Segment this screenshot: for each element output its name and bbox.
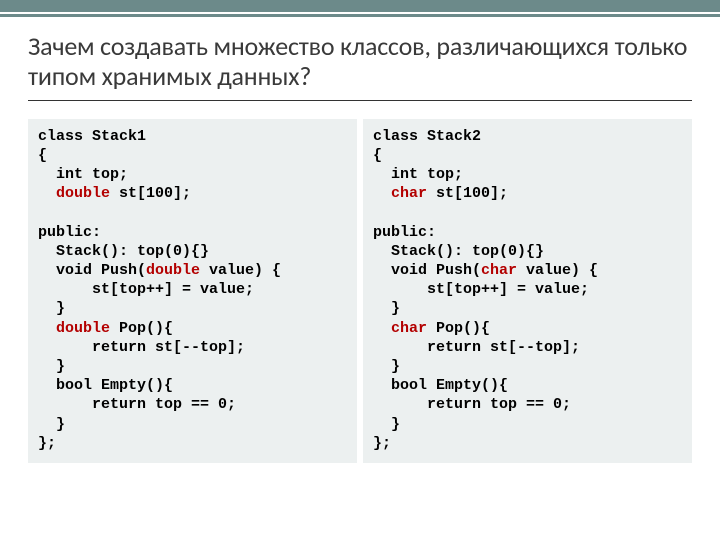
code-line: Stack(): top(0){} — [38, 243, 209, 260]
keyword: char — [391, 185, 427, 202]
code-line: } — [373, 358, 400, 375]
code-line: } — [38, 358, 65, 375]
code-line: } — [373, 416, 400, 433]
code-line — [38, 320, 56, 337]
code-line: return top == 0; — [373, 396, 571, 413]
code-line: } — [38, 300, 65, 317]
code-line: Pop(){ — [427, 320, 490, 337]
code-columns: class Stack1 { int top; double st[100]; … — [28, 119, 692, 463]
code-right: class Stack2 { int top; char st[100]; pu… — [363, 119, 692, 463]
code-line: { — [373, 147, 382, 164]
code-line: } — [373, 300, 400, 317]
code-line — [373, 320, 391, 337]
keyword: double — [146, 262, 200, 279]
keyword: char — [481, 262, 517, 279]
code-line: } — [38, 416, 65, 433]
code-line: int top; — [373, 166, 463, 183]
code-line: public: — [373, 224, 436, 241]
slide-title: Зачем создавать множество классов, разли… — [28, 32, 692, 92]
code-line: Stack(): top(0){} — [373, 243, 544, 260]
code-line: { — [38, 147, 47, 164]
code-line: void Push( — [373, 262, 481, 279]
keyword: char — [391, 320, 427, 337]
code-line: value) { — [517, 262, 598, 279]
code-line: bool Empty(){ — [373, 377, 508, 394]
slide-content: Зачем создавать множество классов, разли… — [0, 14, 720, 463]
keyword: double — [56, 185, 110, 202]
code-line: st[100]; — [110, 185, 191, 202]
code-line: int top; — [38, 166, 128, 183]
code-line: return st[--top]; — [38, 339, 245, 356]
code-line: bool Empty(){ — [38, 377, 173, 394]
code-line: return st[--top]; — [373, 339, 580, 356]
code-line: value) { — [200, 262, 281, 279]
code-line: class Stack2 — [373, 128, 481, 145]
title-underline — [28, 100, 692, 101]
code-line: }; — [373, 435, 391, 452]
code-line: void Push( — [38, 262, 146, 279]
code-line: public: — [38, 224, 101, 241]
code-line: st[top++] = value; — [373, 281, 589, 298]
code-line — [38, 185, 56, 202]
code-line: Pop(){ — [110, 320, 173, 337]
code-line — [373, 185, 391, 202]
code-line: return top == 0; — [38, 396, 236, 413]
code-left: class Stack1 { int top; double st[100]; … — [28, 119, 357, 463]
code-line: st[top++] = value; — [38, 281, 254, 298]
code-line: st[100]; — [427, 185, 508, 202]
code-line: }; — [38, 435, 56, 452]
slide-top-bar — [0, 0, 720, 14]
keyword: double — [56, 320, 110, 337]
code-line: class Stack1 — [38, 128, 146, 145]
